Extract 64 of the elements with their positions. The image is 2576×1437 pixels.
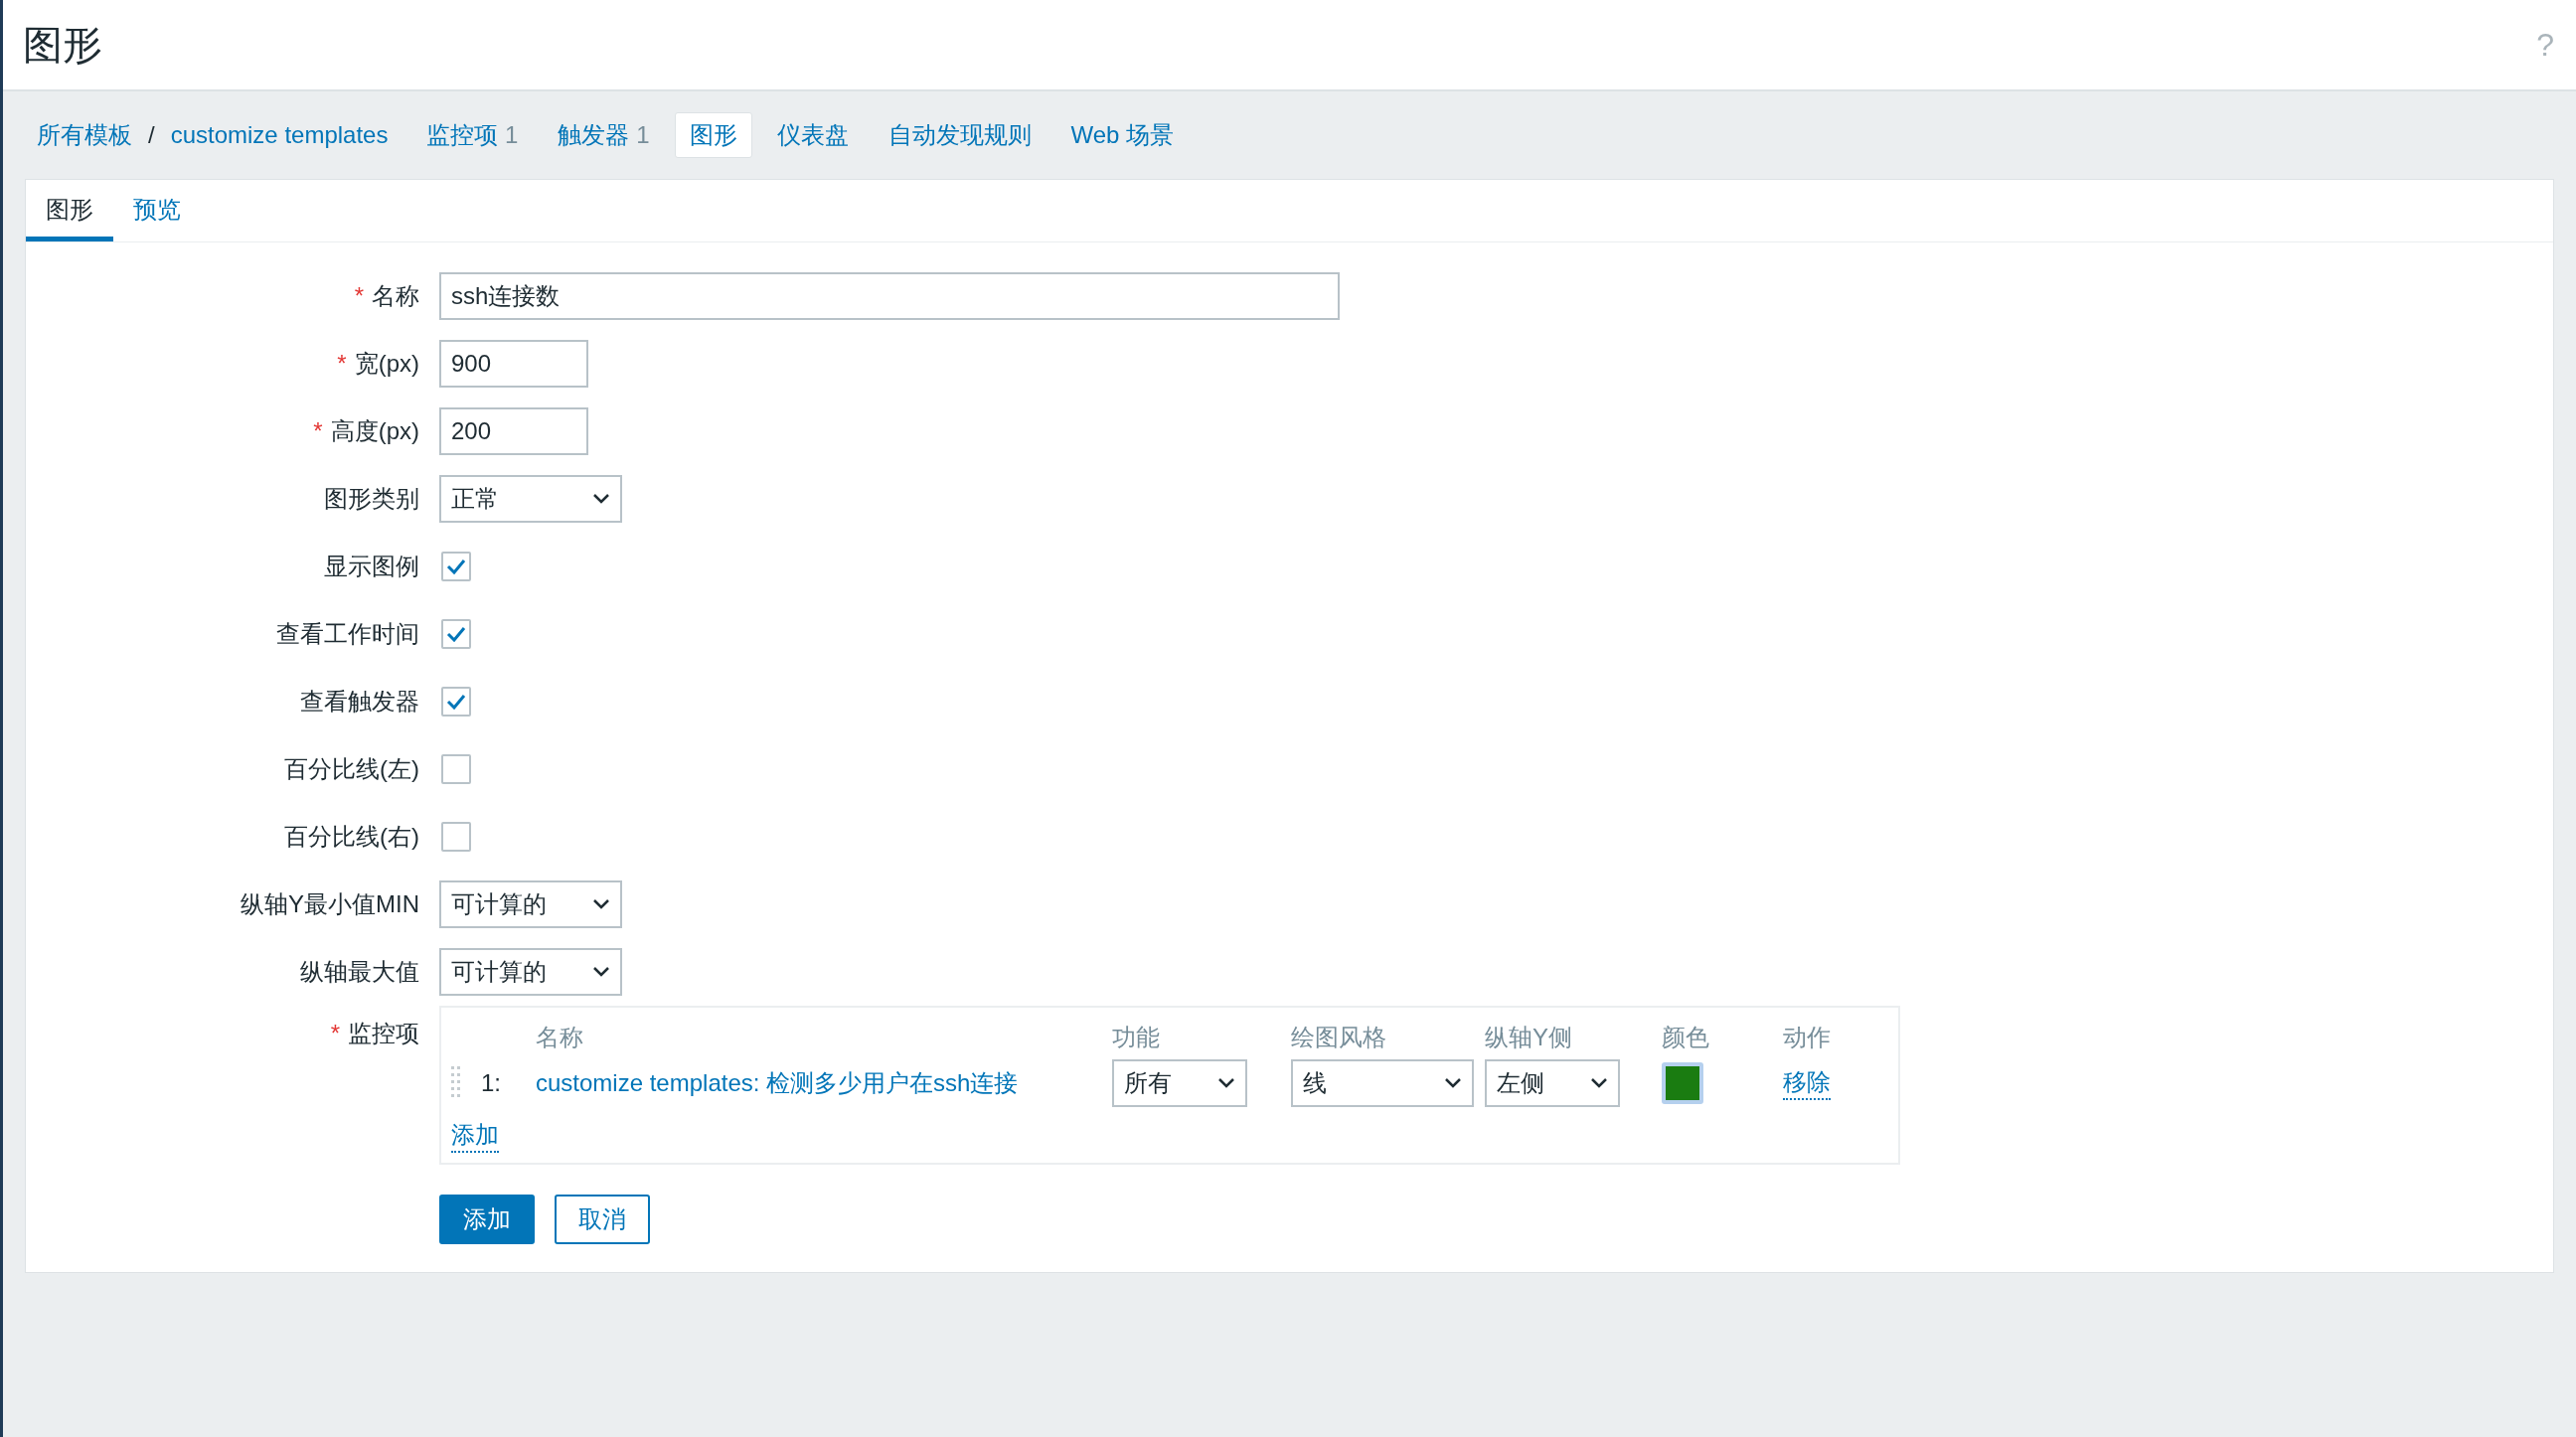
color-swatch[interactable] [1662,1062,1703,1104]
nav-tab[interactable]: 监控项 1 [411,112,534,158]
select-dropdown[interactable]: 正常 [439,475,622,523]
dropdown-caret-icon [592,966,610,978]
nav-tab[interactable]: 仪表盘 [761,112,864,158]
function-select[interactable]: 所有 [1112,1059,1247,1107]
required-asterisk: * [313,417,323,444]
column-header: 颜色 [1662,1023,1710,1052]
required-asterisk: * [330,1020,340,1046]
column-header: 绘图风格 [1291,1023,1387,1052]
field-label: 名称 [372,282,419,309]
select-dropdown[interactable]: 可计算的 [439,948,622,996]
text-field[interactable]: 200 [439,407,588,455]
form-tab[interactable]: 图形 [26,180,113,241]
add-item-link[interactable]: 添加 [451,1119,499,1153]
text-field[interactable]: 900 [439,340,588,388]
form-tab[interactable]: 预览 [113,180,201,241]
dropdown-caret-icon [1217,1077,1235,1089]
required-asterisk: * [354,282,364,309]
breadcrumb-separator: / [147,121,156,149]
dropdown-caret-icon [1444,1077,1462,1089]
checkbox[interactable] [441,822,471,852]
text-field[interactable]: ssh连接数 [439,272,1340,320]
column-header: 动作 [1783,1023,1832,1052]
field-label: 百分比线(左) [284,755,419,782]
nav-tab[interactable]: 触发器 1 [543,112,665,158]
field-label: 查看工作时间 [276,620,419,647]
checkbox[interactable] [441,754,471,784]
breadcrumb-link[interactable]: 所有模板 [23,113,146,157]
dropdown-caret-icon [592,493,610,505]
checkmark-icon [446,694,466,710]
add-button[interactable]: 添加 [439,1195,535,1244]
cancel-button[interactable]: 取消 [555,1195,650,1244]
field-label: 查看触发器 [300,688,419,715]
remove-link[interactable]: 移除 [1783,1066,1831,1100]
field-label: 高度(px) [330,417,419,444]
checkmark-icon [446,626,466,642]
field-label: 宽(px) [354,350,419,377]
checkbox[interactable] [441,687,471,717]
nav-tab[interactable]: 自动发现规则 [873,112,1046,158]
breadcrumb-link[interactable]: customize templates [156,115,402,155]
field-label: 纵轴Y最小值MIN [241,890,419,917]
column-header: 纵轴Y侧 [1485,1023,1573,1052]
field-label: 百分比线(右) [284,823,419,850]
checkbox[interactable] [441,552,471,581]
checkbox[interactable] [441,619,471,649]
page-title: 图形 [23,21,102,69]
column-header: 功能 [1112,1023,1161,1052]
dropdown-caret-icon [592,898,610,910]
checkmark-icon [446,559,466,574]
row-index: 1: [481,1069,502,1097]
draw-style-select[interactable]: 线 [1291,1059,1474,1107]
nav-tab[interactable]: 图形 [674,112,752,158]
field-label: 纵轴最大值 [300,958,419,985]
required-asterisk: * [337,350,347,377]
y-axis-select[interactable]: 左侧 [1485,1059,1620,1107]
field-label: 图形类别 [324,485,419,512]
dropdown-caret-icon [1590,1077,1608,1089]
field-label: 监控项 [348,1020,419,1046]
field-label: 显示图例 [324,553,419,579]
column-header: 名称 [536,1023,584,1052]
select-dropdown[interactable]: 可计算的 [439,880,622,928]
item-link[interactable]: customize templates: 检测多少用户在ssh连接 [536,1067,1112,1099]
nav-tab[interactable]: Web 场景 [1055,112,1190,158]
